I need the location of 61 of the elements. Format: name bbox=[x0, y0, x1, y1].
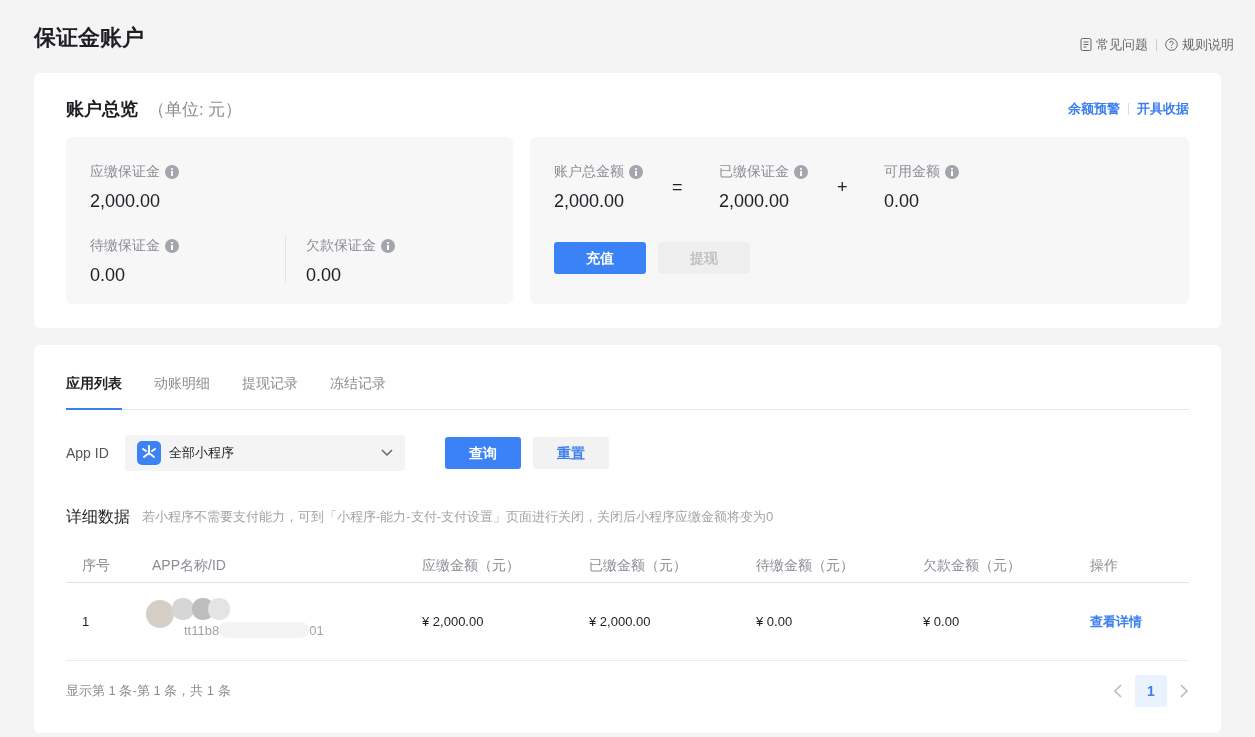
tab[interactable]: 提现记录 bbox=[242, 373, 298, 410]
info-icon bbox=[165, 238, 179, 253]
detail-link[interactable]: 查看详情 bbox=[1090, 613, 1142, 629]
column-header: 欠款金额（元） bbox=[923, 556, 1021, 573]
chevron-down-icon bbox=[381, 449, 393, 457]
header-link[interactable]: 规则说明 bbox=[1165, 34, 1234, 55]
stat-value: 0.00 bbox=[90, 264, 127, 287]
column-header: 操作 bbox=[1090, 556, 1118, 573]
column-header: APP名称/ID bbox=[152, 556, 226, 573]
table-cell: ¥ 0.00 bbox=[756, 613, 793, 629]
table-cell: ¥ 2,000.00 bbox=[589, 613, 651, 629]
table-cell: ¥ 0.00 bbox=[923, 613, 960, 629]
action-link[interactable]: 开具收据 bbox=[1137, 99, 1189, 119]
app-id-text: 01 bbox=[309, 621, 324, 640]
section-title: 账户总览 bbox=[66, 97, 138, 121]
stat-value: 0.00 bbox=[884, 190, 921, 213]
stat-label: 已缴保证金 bbox=[719, 162, 789, 181]
info-icon bbox=[794, 164, 808, 179]
action-link[interactable]: 余额预警 bbox=[1068, 99, 1120, 119]
filter-button[interactable]: 重置 bbox=[533, 437, 609, 469]
page-title: 保证金账户 bbox=[34, 24, 144, 52]
stat-value: 2,000.00 bbox=[554, 190, 626, 213]
stat-label: 待缴保证金 bbox=[90, 236, 160, 255]
stat-value: 2,000.00 bbox=[719, 190, 791, 213]
stat-label: 欠款保证金 bbox=[306, 236, 376, 255]
tab[interactable]: 动账明细 bbox=[154, 373, 210, 410]
table-cell: 1 bbox=[82, 613, 90, 629]
column-header: 序号 bbox=[82, 556, 110, 573]
info-icon bbox=[945, 164, 959, 179]
app-icon bbox=[137, 441, 161, 465]
stat-label: 可用金额 bbox=[884, 162, 940, 181]
column-header: 已缴金额（元） bbox=[589, 556, 687, 573]
tab[interactable]: 应用列表 bbox=[66, 373, 122, 410]
operator-symbol: + bbox=[836, 176, 849, 199]
detail-title: 详细数据 bbox=[66, 507, 130, 527]
filter-label: App ID bbox=[66, 443, 110, 463]
app-select[interactable]: 全部小程序 bbox=[125, 435, 405, 471]
chevron-right-icon[interactable] bbox=[1179, 684, 1189, 698]
chevron-left-icon[interactable] bbox=[1113, 684, 1123, 698]
tab[interactable]: 冻结记录 bbox=[330, 373, 386, 410]
help-icon bbox=[1165, 38, 1178, 51]
document-icon bbox=[1080, 38, 1092, 51]
pagination-summary: 显示第 1 条-第 1 条，共 1 条 bbox=[66, 682, 231, 701]
table-cell: ¥ 2,000.00 bbox=[422, 613, 484, 629]
filter-button[interactable]: 查询 bbox=[445, 437, 521, 469]
info-icon bbox=[381, 238, 395, 253]
info-icon bbox=[165, 164, 179, 179]
stat-value: 2,000.00 bbox=[90, 190, 162, 213]
stat-label: 账户总金额 bbox=[554, 162, 624, 181]
app-id-text: tt11b8 bbox=[184, 621, 220, 640]
info-icon bbox=[629, 164, 643, 179]
column-header: 待缴金额（元） bbox=[756, 556, 854, 573]
stat-value: 0.00 bbox=[306, 264, 343, 287]
page-button[interactable]: 1 bbox=[1135, 675, 1167, 707]
detail-note: 若小程序不需要支付能力，可到「小程序-能力-支付-支付设置」页面进行关闭，关闭后小程序应缴金额将变为0 bbox=[142, 508, 774, 527]
stat-label: 应缴保证金 bbox=[90, 162, 160, 181]
column-header: 应缴金额（元） bbox=[422, 556, 520, 573]
operator-symbol: = bbox=[671, 176, 684, 199]
unit-label: （单位: 元） bbox=[148, 98, 243, 121]
header-link[interactable]: 常见问题 bbox=[1080, 34, 1148, 55]
action-button[interactable]: 充值 bbox=[554, 242, 646, 274]
